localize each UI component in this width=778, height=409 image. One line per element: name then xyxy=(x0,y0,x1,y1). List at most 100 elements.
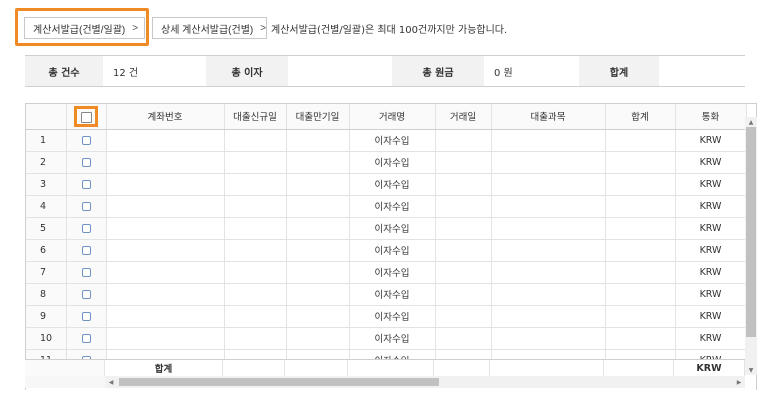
row-checkbox[interactable] xyxy=(81,201,91,211)
loan-maturity-cell xyxy=(286,305,350,328)
scroll-right-icon[interactable]: ▶ xyxy=(733,376,745,388)
transaction-date-cell xyxy=(435,327,492,350)
currency-cell: KRW xyxy=(675,151,747,174)
sum-cell xyxy=(605,195,676,218)
column-header-currency[interactable]: 통화 xyxy=(675,104,747,130)
total-count-value: 12 건 xyxy=(103,56,206,86)
issue-invoice-button[interactable]: 계산서발급(건별/일괄) > xyxy=(24,17,145,39)
table-row[interactable]: 10 이자수입 KRW xyxy=(26,327,747,350)
loan-start-cell xyxy=(224,239,287,262)
account-cell xyxy=(106,217,225,240)
loan-start-cell xyxy=(224,129,287,152)
total-principal-value: 0 원 xyxy=(484,56,579,86)
detail-invoice-button[interactable]: 상세 계산서발급(건별) > xyxy=(152,17,267,39)
sum-label: 합계 xyxy=(579,56,659,86)
loan-start-cell xyxy=(224,305,287,328)
sum-cell xyxy=(605,151,676,174)
detail-invoice-button-label: 상세 계산서발급(건별) xyxy=(161,24,254,36)
column-header-account[interactable]: 계좌번호 xyxy=(106,104,225,130)
column-header-sum[interactable]: 합계 xyxy=(605,104,676,130)
transaction-cell: 이자수입 xyxy=(349,195,436,218)
row-number: 7 xyxy=(26,261,67,284)
select-all-highlight xyxy=(74,105,98,127)
currency-cell: KRW xyxy=(675,173,747,196)
transaction-cell: 이자수입 xyxy=(349,151,436,174)
column-header-loan-start[interactable]: 대출신규일 xyxy=(224,104,287,130)
row-select-cell xyxy=(66,217,107,240)
footer-cell xyxy=(285,360,348,376)
transaction-cell: 이자수입 xyxy=(349,173,436,196)
transaction-cell: 이자수입 xyxy=(349,239,436,262)
scroll-left-icon[interactable]: ◀ xyxy=(105,376,117,388)
table-footer-row: 합계 KRW xyxy=(25,359,745,376)
row-checkbox[interactable] xyxy=(81,245,91,255)
invoice-table: 계좌번호 대출신규일 대출만기일 거래명 거래일 대출과목 합계 통화 1 이자수… xyxy=(26,104,747,372)
scroll-up-icon[interactable]: ▲ xyxy=(745,117,757,127)
column-header-transaction[interactable]: 거래명 xyxy=(349,104,436,130)
transaction-date-cell xyxy=(435,195,492,218)
transaction-cell: 이자수입 xyxy=(349,217,436,240)
row-checkbox[interactable] xyxy=(81,267,91,277)
issue-invoice-button-label: 계산서발급(건별/일괄) xyxy=(33,24,126,36)
transaction-date-cell xyxy=(435,239,492,262)
row-select-cell xyxy=(66,173,107,196)
vertical-scroll-thumb[interactable] xyxy=(746,127,756,337)
row-number: 9 xyxy=(26,305,67,328)
column-header-loan-maturity[interactable]: 대출만기일 xyxy=(286,104,350,130)
table-row[interactable]: 9 이자수입 KRW xyxy=(26,305,747,328)
total-interest-label: 총 이자 xyxy=(206,56,288,86)
transaction-cell: 이자수입 xyxy=(349,129,436,152)
row-checkbox[interactable] xyxy=(81,135,91,145)
loan-maturity-cell xyxy=(286,261,350,284)
column-header-loan-subject[interactable]: 대출과목 xyxy=(491,104,606,130)
row-select-cell xyxy=(66,151,107,174)
row-number: 5 xyxy=(26,217,67,240)
row-checkbox[interactable] xyxy=(81,333,91,343)
transaction-cell: 이자수입 xyxy=(349,305,436,328)
table-row[interactable]: 7 이자수입 KRW xyxy=(26,261,747,284)
row-select-cell xyxy=(66,239,107,262)
row-number: 10 xyxy=(26,327,67,350)
currency-cell: KRW xyxy=(675,195,747,218)
loan-maturity-cell xyxy=(286,239,350,262)
horizontal-scroll-thumb[interactable] xyxy=(119,378,439,386)
table-row[interactable]: 8 이자수입 KRW xyxy=(26,283,747,306)
horizontal-scrollbar[interactable]: ◀ ▶ xyxy=(105,376,745,388)
loan-maturity-cell xyxy=(286,129,350,152)
loan-start-cell xyxy=(224,151,287,174)
footer-cell xyxy=(223,360,285,376)
row-number: 8 xyxy=(26,283,67,306)
transaction-date-cell xyxy=(435,129,492,152)
row-number: 2 xyxy=(26,151,67,174)
table-row[interactable]: 5 이자수입 KRW xyxy=(26,217,747,240)
footer-blank xyxy=(25,360,105,376)
footer-cell xyxy=(490,360,604,376)
row-checkbox[interactable] xyxy=(81,289,91,299)
limit-note: 계산서발급(건별/일괄)은 최대 100건까지만 가능합니다. xyxy=(271,25,508,36)
column-header-transaction-date[interactable]: 거래일 xyxy=(435,104,492,130)
row-select-cell xyxy=(66,327,107,350)
transaction-date-cell xyxy=(435,173,492,196)
sum-cell xyxy=(605,305,676,328)
select-all-checkbox[interactable] xyxy=(81,111,92,123)
row-checkbox[interactable] xyxy=(81,157,91,167)
row-checkbox[interactable] xyxy=(81,223,91,233)
account-cell xyxy=(106,327,225,350)
row-checkbox[interactable] xyxy=(81,179,91,189)
loan-subject-cell xyxy=(491,305,606,328)
loan-maturity-cell xyxy=(286,283,350,306)
table-row[interactable]: 4 이자수입 KRW xyxy=(26,195,747,218)
table-row[interactable]: 2 이자수입 KRW xyxy=(26,151,747,174)
vertical-scrollbar[interactable]: ▲ ▼ xyxy=(745,117,757,375)
loan-maturity-cell xyxy=(286,195,350,218)
scroll-down-icon[interactable]: ▼ xyxy=(745,365,757,375)
table-row[interactable]: 3 이자수입 KRW xyxy=(26,173,747,196)
loan-subject-cell xyxy=(491,283,606,306)
loan-subject-cell xyxy=(491,173,606,196)
table-row[interactable]: 6 이자수입 KRW xyxy=(26,239,747,262)
table-row[interactable]: 1 이자수입 KRW xyxy=(26,129,747,152)
row-select-cell xyxy=(66,305,107,328)
total-principal-label: 총 원금 xyxy=(392,56,484,86)
loan-subject-cell xyxy=(491,129,606,152)
row-checkbox[interactable] xyxy=(81,311,91,321)
